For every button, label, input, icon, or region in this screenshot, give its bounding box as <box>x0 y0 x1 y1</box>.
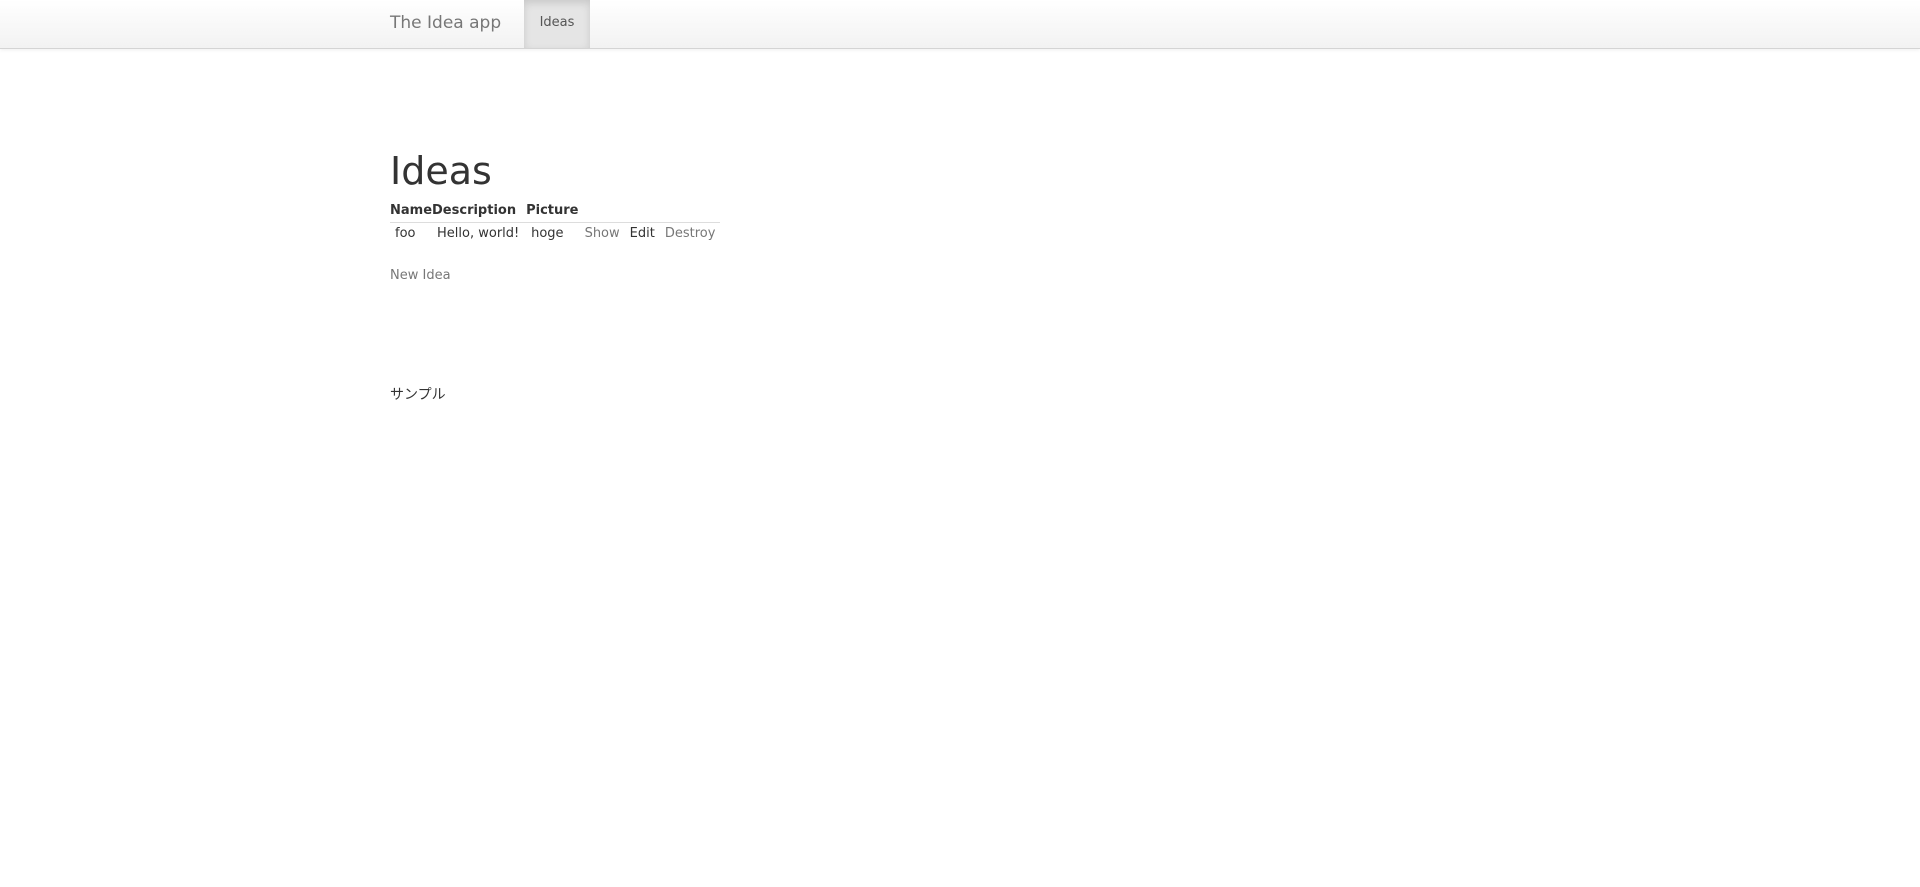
new-idea-link[interactable]: New Idea <box>390 268 451 283</box>
nav-item-ideas[interactable]: Ideas <box>524 0 590 48</box>
footer-text: サンプル <box>390 387 446 403</box>
column-header-empty <box>624 200 660 223</box>
destroy-link[interactable]: Destroy <box>659 222 721 245</box>
page-title: Ideas <box>390 149 492 193</box>
column-header-empty <box>659 200 721 223</box>
cell-description: Hello, world! <box>432 222 527 245</box>
cell-picture: hoge <box>526 222 580 245</box>
brand-link[interactable]: The Idea app <box>390 0 501 48</box>
ideas-table: Name Description Picture foo Hello, worl… <box>390 200 721 245</box>
column-header-picture: Picture <box>526 200 580 223</box>
table-header-row: Name Description Picture <box>390 200 721 223</box>
top-navbar: The Idea app Ideas <box>0 0 1920 49</box>
table-row: foo Hello, world! hoge Show Edit Destroy <box>390 222 721 245</box>
cell-name: foo <box>390 222 433 245</box>
column-header-name: Name <box>390 200 433 223</box>
column-header-empty <box>579 200 625 223</box>
show-link[interactable]: Show <box>579 222 625 245</box>
edit-link[interactable]: Edit <box>624 222 660 245</box>
column-header-description: Description <box>432 200 527 223</box>
